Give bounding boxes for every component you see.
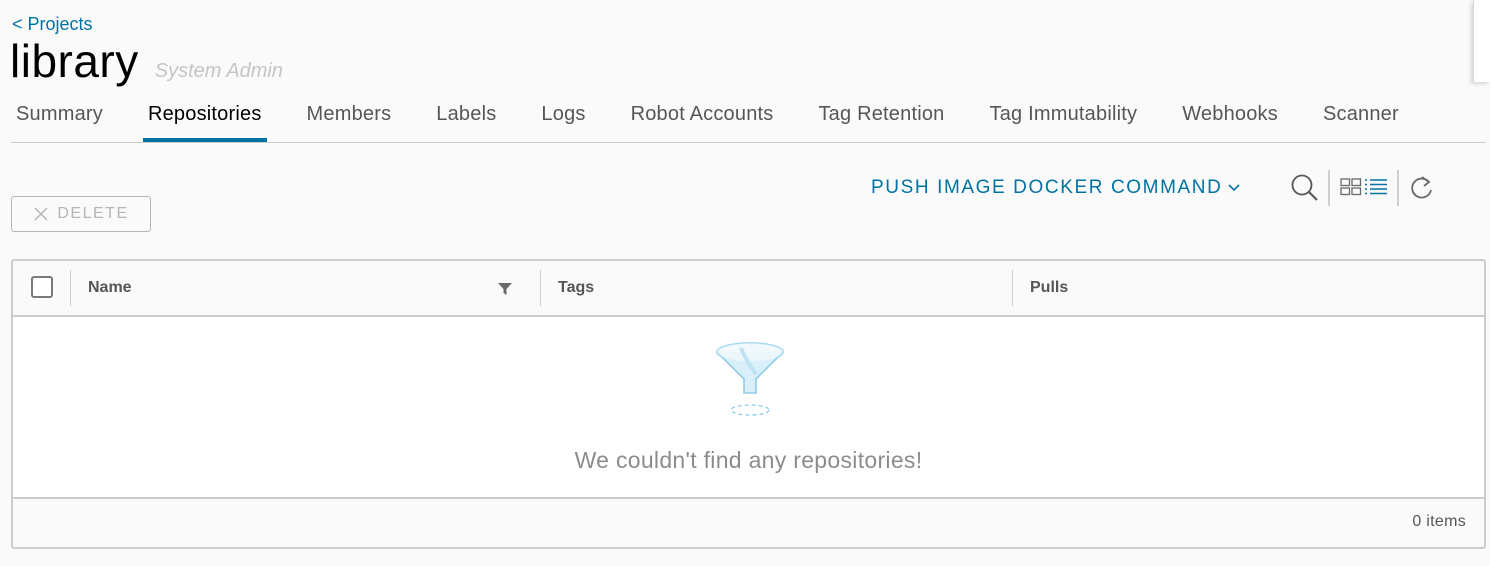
list-view-icon[interactable] bbox=[1364, 178, 1388, 196]
empty-state: We couldn't find any repositories! bbox=[13, 317, 1484, 497]
tab-logs[interactable]: Logs bbox=[536, 98, 590, 136]
push-image-command-dropdown[interactable]: PUSH IMAGE DOCKER COMMAND bbox=[871, 175, 1240, 201]
page-title: library bbox=[10, 35, 139, 87]
side-panel-edge[interactable] bbox=[1473, 0, 1490, 82]
repositories-datagrid: Name Tags Pulls We couldn't find any rep… bbox=[11, 259, 1486, 549]
tab-robot-accounts[interactable]: Robot Accounts bbox=[626, 98, 779, 136]
datagrid-header: Name Tags Pulls bbox=[13, 261, 1484, 317]
datagrid-footer: 0 items bbox=[13, 497, 1484, 547]
column-separator bbox=[540, 270, 541, 306]
back-to-projects-link[interactable]: < Projects bbox=[12, 14, 93, 35]
filter-icon[interactable] bbox=[497, 282, 513, 296]
empty-state-message: We couldn't find any repositories! bbox=[574, 447, 923, 473]
tab-webhooks[interactable]: Webhooks bbox=[1177, 98, 1283, 136]
item-count: 0 items bbox=[1412, 513, 1466, 530]
search-icon[interactable] bbox=[1290, 173, 1320, 203]
column-header-pulls[interactable]: Pulls bbox=[1012, 261, 1484, 315]
tab-scanner[interactable]: Scanner bbox=[1318, 98, 1404, 136]
tab-tag-immutability[interactable]: Tag Immutability bbox=[985, 98, 1143, 136]
column-separator bbox=[1012, 270, 1013, 306]
close-icon bbox=[34, 207, 48, 221]
role-label: System Admin bbox=[154, 60, 283, 82]
chevron-down-icon bbox=[1228, 184, 1240, 192]
tab-summary[interactable]: Summary bbox=[11, 98, 108, 136]
refresh-icon[interactable] bbox=[1408, 173, 1436, 201]
column-header-pulls-label: Pulls bbox=[1030, 279, 1069, 296]
page-header: library System Admin bbox=[10, 34, 283, 88]
tab-repositories[interactable]: Repositories bbox=[142, 98, 267, 142]
project-tabs: Summary Repositories Members Labels Logs… bbox=[11, 98, 1486, 143]
column-header-tags[interactable]: Tags bbox=[540, 261, 1012, 315]
funnel-icon bbox=[716, 342, 784, 416]
push-image-command-label: PUSH IMAGE DOCKER COMMAND bbox=[871, 177, 1223, 198]
tab-tag-retention[interactable]: Tag Retention bbox=[813, 98, 949, 136]
delete-button-label: DELETE bbox=[57, 205, 129, 222]
card-view-icon[interactable] bbox=[1340, 178, 1362, 196]
column-header-tags-label: Tags bbox=[558, 279, 595, 296]
tab-labels[interactable]: Labels bbox=[431, 98, 501, 136]
column-header-name[interactable]: Name bbox=[70, 261, 540, 315]
delete-button[interactable]: DELETE bbox=[11, 196, 151, 232]
toolbar-divider bbox=[1397, 170, 1399, 206]
tab-members[interactable]: Members bbox=[302, 98, 397, 136]
column-separator bbox=[70, 270, 71, 306]
column-header-name-label: Name bbox=[88, 279, 132, 296]
select-all-checkbox[interactable] bbox=[31, 276, 53, 298]
toolbar-divider bbox=[1328, 170, 1330, 206]
